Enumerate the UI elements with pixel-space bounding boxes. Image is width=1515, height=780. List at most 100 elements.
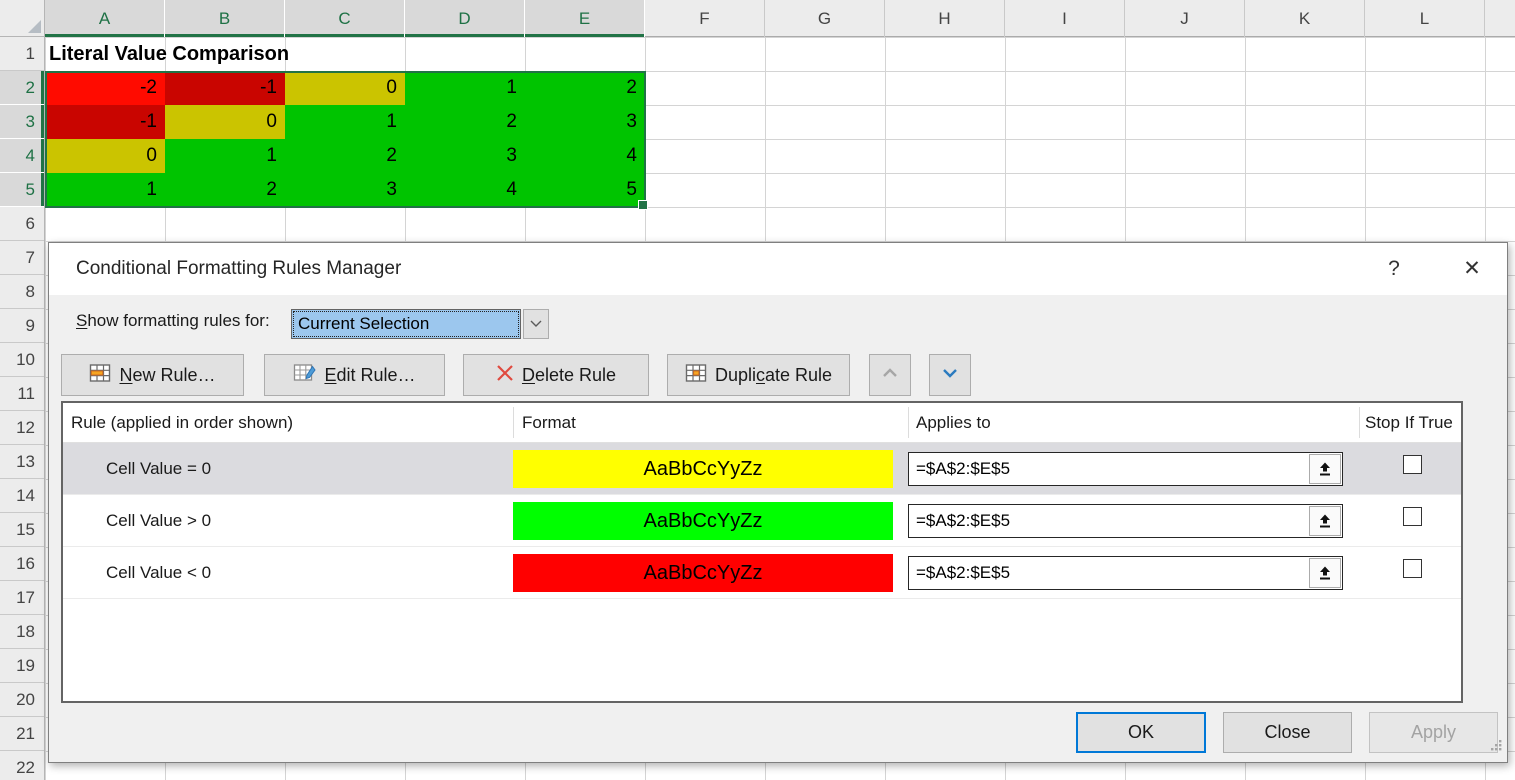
cell-E2[interactable]: 2 [525, 71, 645, 105]
column-header-E[interactable]: E [525, 0, 645, 37]
cell-B2[interactable]: -1 [165, 71, 285, 105]
edit-rule-button[interactable]: Edit Rule… [264, 354, 445, 396]
cell-A3[interactable]: -1 [45, 105, 165, 139]
cell-B3[interactable]: 0 [165, 105, 285, 139]
row-header-14[interactable]: 14 [0, 479, 44, 513]
edit-pencil-icon [293, 361, 316, 389]
row-header-4[interactable]: 4 [0, 139, 44, 173]
collapse-dialog-icon[interactable] [1309, 454, 1341, 484]
cell-C4[interactable]: 2 [285, 139, 405, 173]
cell-E4[interactable]: 4 [525, 139, 645, 173]
row-header-1[interactable]: 1 [0, 37, 44, 71]
format-preview: AaBbCcYyZz [513, 554, 893, 592]
row-header-19[interactable]: 19 [0, 649, 44, 683]
ok-button[interactable]: OK [1076, 712, 1206, 753]
column-header-C[interactable]: C [285, 0, 405, 37]
rule-row[interactable]: Cell Value = 0AaBbCcYyZz [63, 443, 1461, 495]
cell-C2[interactable]: 0 [285, 71, 405, 105]
table-grid-icon [89, 362, 111, 389]
cell-D5[interactable]: 4 [405, 173, 525, 207]
row-header-5[interactable]: 5 [0, 173, 44, 207]
cell-B4[interactable]: 1 [165, 139, 285, 173]
column-header-L[interactable]: L [1365, 0, 1485, 37]
rule-description: Cell Value = 0 [106, 443, 211, 495]
row-header-16[interactable]: 16 [0, 547, 44, 581]
row-header-20[interactable]: 20 [0, 683, 44, 717]
row-header-18[interactable]: 18 [0, 615, 44, 649]
rule-row[interactable]: Cell Value > 0AaBbCcYyZz [63, 495, 1461, 547]
column-header-A[interactable]: A [45, 0, 165, 37]
row-header-11[interactable]: 11 [0, 377, 44, 411]
applies-to-field [908, 504, 1343, 538]
cell-E5[interactable]: 5 [525, 173, 645, 207]
rule-row[interactable]: Cell Value < 0 AaBbCcYyZz [63, 547, 1461, 599]
stop-if-true-checkbox[interactable] [1403, 559, 1422, 578]
new-rule-label: New Rule… [119, 365, 215, 386]
select-all-corner[interactable] [0, 0, 45, 37]
new-rule-button[interactable]: New Rule… [61, 354, 244, 396]
cell-D2[interactable]: 1 [405, 71, 525, 105]
row-header-8[interactable]: 8 [0, 275, 44, 309]
row-header-10[interactable]: 10 [0, 343, 44, 377]
row-header-6[interactable]: 6 [0, 207, 44, 241]
cell-C5[interactable]: 3 [285, 173, 405, 207]
cell-A5[interactable]: 1 [45, 173, 165, 207]
cell-A4[interactable]: 0 [45, 139, 165, 173]
row-header-3[interactable]: 3 [0, 105, 44, 139]
column-header-B[interactable]: B [165, 0, 285, 37]
row-header-17[interactable]: 17 [0, 581, 44, 615]
move-down-button[interactable] [929, 354, 971, 396]
column-divider [1359, 407, 1360, 438]
row-header-2[interactable]: 2 [0, 71, 44, 105]
row-header-7[interactable]: 7 [0, 241, 44, 275]
column-divider [908, 407, 909, 438]
dialog-titlebar[interactable]: Conditional Formatting Rules Manager ? ✕ [49, 243, 1507, 295]
help-icon[interactable]: ? [1371, 243, 1417, 295]
close-icon[interactable]: ✕ [1449, 243, 1495, 295]
rule-column-header: Rule (applied in order shown) [71, 403, 293, 442]
stop-if-true-checkbox[interactable] [1403, 455, 1422, 474]
cf-rules-manager-dialog: Conditional Formatting Rules Manager ? ✕… [48, 242, 1508, 763]
chevron-down-icon[interactable] [523, 309, 549, 339]
row-header-9[interactable]: 9 [0, 309, 44, 343]
row-header-21[interactable]: 21 [0, 717, 44, 751]
cell-D4[interactable]: 3 [405, 139, 525, 173]
rule-description: Cell Value < 0 [106, 547, 211, 599]
scope-dropdown-value[interactable]: Current Selection [291, 309, 521, 339]
cell-A1[interactable]: Literal Value Comparison [49, 37, 289, 71]
collapse-dialog-icon[interactable] [1309, 558, 1341, 588]
cell-A2[interactable]: -2 [45, 71, 165, 105]
column-header-I[interactable]: I [1005, 0, 1125, 37]
scope-dropdown[interactable]: Current Selection [291, 309, 549, 339]
column-header-G[interactable]: G [765, 0, 885, 37]
table-grid-icon [685, 362, 707, 389]
cell-C3[interactable]: 1 [285, 105, 405, 139]
row-header-12[interactable]: 12 [0, 411, 44, 445]
row-header-13[interactable]: 13 [0, 445, 44, 479]
stop-if-true-column-header: Stop If True [1365, 403, 1453, 442]
column-header-J[interactable]: J [1125, 0, 1245, 37]
cell-E3[interactable]: 3 [525, 105, 645, 139]
applies-to-input[interactable] [909, 557, 1314, 589]
delete-rule-button[interactable]: Delete Rule [463, 354, 649, 396]
applies-to-field [908, 556, 1343, 590]
stop-if-true-checkbox[interactable] [1403, 507, 1422, 526]
cell-D3[interactable]: 2 [405, 105, 525, 139]
row-headers: 12345678910111213141516171819202122 [0, 37, 45, 780]
duplicate-rule-button[interactable]: Duplicate Rule [667, 354, 850, 396]
select-all-triangle-icon [28, 20, 41, 33]
collapse-dialog-icon[interactable] [1309, 506, 1341, 536]
column-header-K[interactable]: K [1245, 0, 1365, 37]
resize-grip[interactable] [1489, 738, 1502, 756]
dialog-title: Conditional Formatting Rules Manager [76, 243, 401, 295]
column-header-H[interactable]: H [885, 0, 1005, 37]
applies-to-input[interactable] [909, 505, 1314, 537]
apply-button: Apply [1369, 712, 1498, 753]
row-header-15[interactable]: 15 [0, 513, 44, 547]
column-header-D[interactable]: D [405, 0, 525, 37]
close-button[interactable]: Close [1223, 712, 1352, 753]
column-header-F[interactable]: F [645, 0, 765, 37]
applies-to-input[interactable] [909, 453, 1314, 485]
row-header-22[interactable]: 22 [0, 751, 44, 780]
cell-B5[interactable]: 2 [165, 173, 285, 207]
